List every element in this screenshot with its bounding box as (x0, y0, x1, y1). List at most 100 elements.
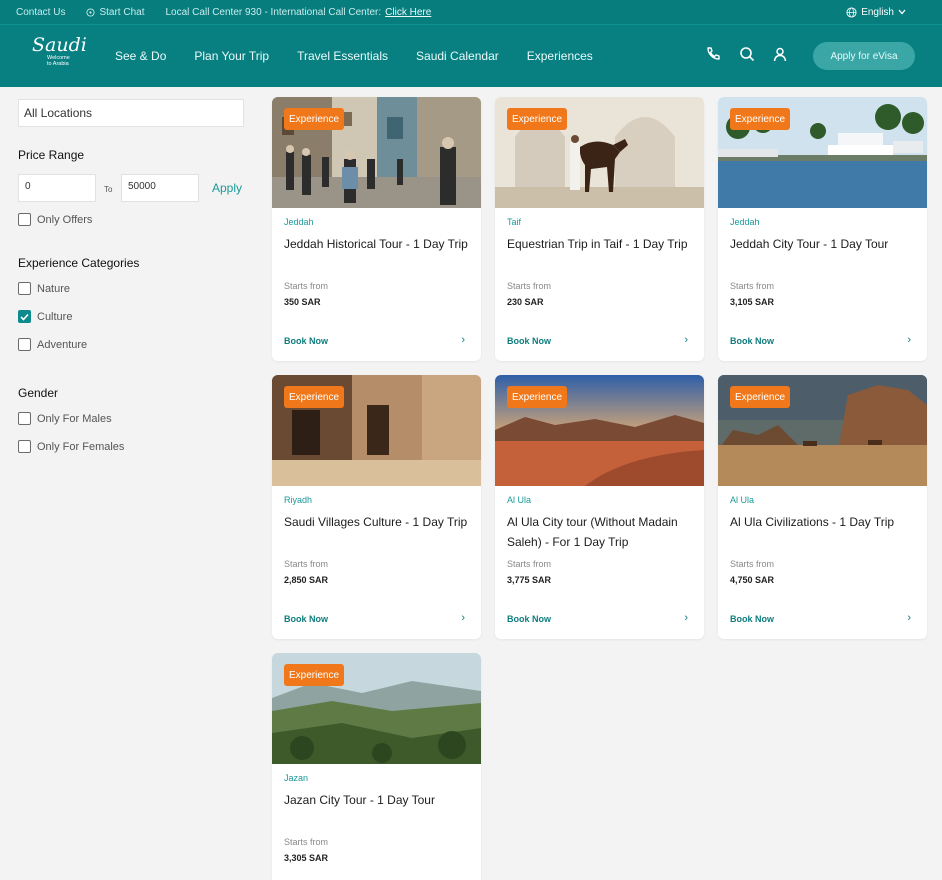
apply-price-button[interactable]: Apply (212, 181, 242, 195)
chevron-right-icon[interactable]: › (461, 334, 465, 346)
starts-from-label: Starts from (507, 281, 552, 291)
experience-card[interactable]: Experience Riyadh Saudi Villages Culture… (272, 375, 481, 639)
nav-item-see-do[interactable]: See & Do (115, 49, 166, 63)
apply-evisa-button[interactable]: Apply for eVisa (813, 42, 915, 70)
globe-icon (846, 6, 857, 18)
experience-card[interactable]: Experience Jeddah Jeddah Historical Tour… (272, 97, 481, 361)
filter-sidebar: All Locations Price Range 0 To 50000 App… (0, 88, 258, 880)
call-center-info: Local Call Center 930 - International Ca… (166, 7, 432, 18)
language-label: English (861, 6, 894, 18)
card-title[interactable]: Al Ula City tour (Without Madain Saleh) … (507, 512, 695, 552)
card-city: Jazan (284, 773, 309, 783)
starts-from-label: Starts from (730, 559, 775, 569)
nav-item-experiences[interactable]: Experiences (527, 49, 593, 63)
main-navigation: Saudi Welcome to Arabia See & Do Plan Yo… (0, 24, 942, 87)
card-city: Jeddah (284, 217, 314, 227)
gender-males-checkbox[interactable]: Only For Males (18, 412, 112, 425)
checkbox-box[interactable] (18, 213, 31, 226)
start-chat-link[interactable]: Start Chat (86, 7, 145, 18)
nav-icons (704, 45, 788, 63)
book-now-link[interactable]: Book Now (507, 336, 551, 346)
card-city: Al Ula (507, 495, 532, 505)
only-offers-checkbox[interactable]: Only Offers (18, 213, 92, 226)
category-adventure-checkbox[interactable]: Adventure (18, 338, 87, 351)
experience-card[interactable]: Experience Jazan Jazan City Tour - 1 Day… (272, 653, 481, 880)
card-price: 3,305 SAR (284, 853, 329, 863)
book-now-link[interactable]: Book Now (284, 336, 328, 346)
card-title[interactable]: Jazan City Tour - 1 Day Tour (284, 790, 472, 810)
category-culture-checkbox[interactable]: Culture (18, 310, 72, 323)
card-price: 3,105 SAR (730, 297, 775, 307)
experience-card[interactable]: Experience Al Ula Al Ula City tour (With… (495, 375, 704, 639)
experience-badge: Experience (507, 386, 568, 408)
checkbox-box[interactable] (18, 282, 31, 295)
card-title[interactable]: Equestrian Trip in Taif - 1 Day Trip (507, 234, 695, 254)
checkbox-box[interactable] (18, 338, 31, 351)
location-select[interactable]: All Locations (18, 99, 244, 127)
price-range-heading: Price Range (18, 148, 85, 162)
price-to-input[interactable]: 50000 (121, 174, 199, 202)
starts-from-label: Starts from (284, 281, 329, 291)
experience-badge: Experience (284, 664, 345, 686)
call-center-text: Local Call Center 930 - International Ca… (165, 6, 382, 18)
card-title[interactable]: Saudi Villages Culture - 1 Day Trip (284, 512, 472, 532)
card-city: Taif (507, 217, 522, 227)
nav-item-saudi-calendar[interactable]: Saudi Calendar (416, 49, 499, 63)
experience-badge: Experience (284, 386, 345, 408)
category-nature-checkbox[interactable]: Nature (18, 282, 70, 295)
card-city: Al Ula (730, 495, 755, 505)
card-city: Riyadh (284, 495, 313, 505)
gender-label: Only For Males (37, 412, 112, 425)
card-price: 4,750 SAR (730, 575, 775, 585)
saudi-logo[interactable]: Saudi Welcome to Arabia (32, 35, 88, 77)
chevron-right-icon[interactable]: › (461, 612, 465, 624)
chevron-down-icon (898, 9, 906, 15)
chat-icon (86, 7, 96, 17)
chevron-right-icon[interactable]: › (907, 612, 911, 624)
language-selector[interactable]: English (846, 7, 906, 18)
nav-item-plan-trip[interactable]: Plan Your Trip (194, 49, 269, 63)
contact-us-link[interactable]: Contact Us (16, 7, 65, 18)
price-from-input[interactable]: 0 (18, 174, 96, 202)
utility-bar: Contact Us Start Chat Local Call Center … (0, 0, 942, 24)
experience-card[interactable]: Experience Taif Equestrian Trip in Taif … (495, 97, 704, 361)
logo-subtitle-2: to Arabia (47, 61, 69, 67)
starts-from-label: Starts from (284, 559, 329, 569)
card-price: 2,850 SAR (284, 575, 329, 585)
price-to-label: To (104, 185, 113, 194)
call-center-link[interactable]: Click Here (385, 7, 431, 18)
experience-badge: Experience (730, 108, 791, 130)
starts-from-label: Starts from (730, 281, 775, 291)
experience-badge: Experience (284, 108, 345, 130)
experience-card[interactable]: Experience Al Ula Al Ula Civilizations -… (718, 375, 927, 639)
book-now-link[interactable]: Book Now (730, 336, 774, 346)
card-title[interactable]: Jeddah Historical Tour - 1 Day Trip (284, 234, 472, 254)
nav-menu: See & Do Plan Your Trip Travel Essential… (115, 25, 621, 87)
book-now-link[interactable]: Book Now (284, 614, 328, 624)
card-price: 230 SAR (507, 297, 544, 307)
book-now-link[interactable]: Book Now (730, 614, 774, 624)
gender-heading: Gender (18, 386, 59, 400)
chevron-right-icon[interactable]: › (684, 334, 688, 346)
card-title[interactable]: Jeddah City Tour - 1 Day Tour (730, 234, 918, 254)
experience-card[interactable]: Experience Jeddah Jeddah City Tour - 1 D… (718, 97, 927, 361)
nav-item-travel-essentials[interactable]: Travel Essentials (297, 49, 388, 63)
checkbox-box[interactable] (18, 412, 31, 425)
check-icon (20, 313, 29, 321)
category-label: Adventure (37, 338, 88, 351)
experience-badge: Experience (507, 108, 568, 130)
user-icon[interactable] (772, 46, 788, 62)
categories-heading: Experience Categories (18, 256, 140, 270)
chevron-right-icon[interactable]: › (907, 334, 911, 346)
gender-label: Only For Females (37, 440, 125, 453)
search-icon[interactable] (739, 46, 755, 62)
chevron-right-icon[interactable]: › (684, 612, 688, 624)
only-offers-label: Only Offers (37, 213, 93, 226)
book-now-link[interactable]: Book Now (507, 614, 551, 624)
gender-females-checkbox[interactable]: Only For Females (18, 440, 124, 453)
checkbox-box[interactable] (18, 440, 31, 453)
card-title[interactable]: Al Ula Civilizations - 1 Day Trip (730, 512, 918, 532)
checkbox-checked[interactable] (18, 310, 31, 323)
starts-from-label: Starts from (507, 559, 552, 569)
phone-icon[interactable] (704, 45, 722, 63)
